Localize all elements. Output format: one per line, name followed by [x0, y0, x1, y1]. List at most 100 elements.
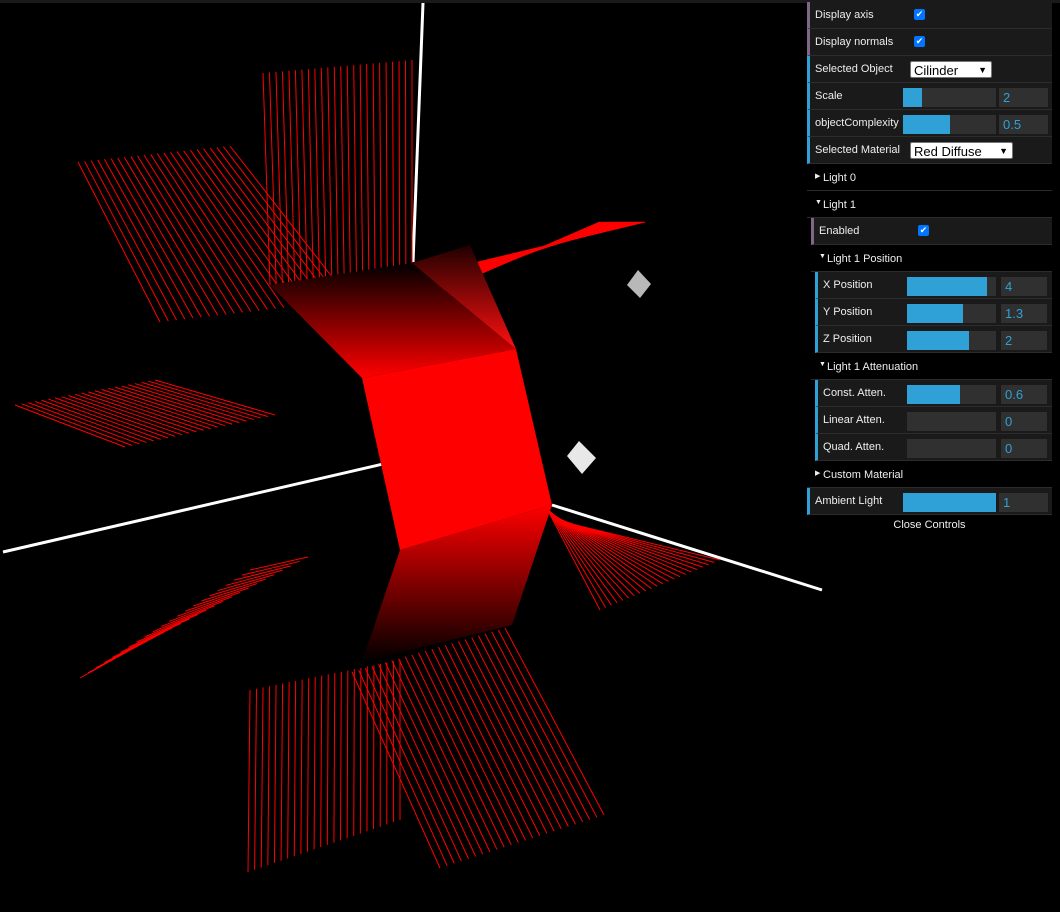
quad-atten-label: Quad. Atten.	[823, 441, 885, 453]
linear-atten-input[interactable]: 0	[1001, 412, 1047, 431]
quad-atten-slider[interactable]	[907, 439, 996, 458]
x-position-label: X Position	[823, 279, 873, 291]
normal-line	[114, 386, 233, 425]
selected-material-select[interactable]: Red Diffuse ▼	[910, 142, 1013, 159]
normal-line	[353, 65, 357, 272]
normal-line	[141, 381, 261, 419]
display-axis-checkbox[interactable]: ✔	[914, 9, 925, 20]
y-position-slider[interactable]	[907, 304, 996, 323]
light-1-enabled-row[interactable]: Enabled ✔	[811, 218, 1052, 245]
light-1-attenuation-folder-label: Light 1 Attenuation	[827, 361, 919, 373]
scale-input[interactable]: 2	[999, 88, 1048, 107]
normal-line	[353, 669, 355, 836]
quad-atten-input[interactable]: 0	[1001, 439, 1047, 458]
normal-line	[320, 67, 327, 277]
selected-object-label: Selected Object	[815, 63, 893, 75]
light-1-folder[interactable]: ▼ Light 1	[807, 191, 1052, 218]
scale-slider[interactable]	[903, 88, 996, 107]
ambient-light-slider[interactable]	[903, 493, 996, 512]
object-complexity-input[interactable]: 0.5	[999, 115, 1048, 134]
axis-x-line	[2, 462, 384, 554]
normal-line	[249, 556, 309, 571]
linear-atten-label: Linear Atten.	[823, 414, 885, 426]
z-position-row: Z Position 2	[815, 326, 1052, 353]
normal-line	[61, 396, 176, 437]
triangle-right-icon: ▶	[815, 470, 821, 477]
selected-object-select[interactable]: Cilinder ▼	[910, 61, 992, 78]
normal-line	[260, 687, 264, 868]
normal-line	[74, 393, 190, 434]
normal-line	[152, 609, 207, 633]
display-axis-row[interactable]: Display axis ✔	[807, 2, 1052, 29]
normal-line	[547, 508, 629, 599]
const-atten-slider[interactable]	[907, 385, 996, 404]
normal-line	[123, 156, 219, 316]
selected-material-label: Selected Material	[815, 144, 900, 156]
x-position-slider-fill	[907, 277, 988, 296]
normal-line	[154, 379, 276, 416]
display-normals-checkbox[interactable]: ✔	[914, 36, 925, 47]
normal-line	[81, 392, 197, 433]
x-position-input[interactable]: 4	[1001, 277, 1047, 296]
selected-object-row: Selected Object Cilinder ▼	[807, 56, 1052, 83]
close-controls-button[interactable]: Close Controls	[807, 515, 1052, 535]
normal-line	[112, 631, 165, 658]
light-1-position-folder[interactable]: ▼ Light 1 Position	[811, 245, 1052, 272]
axis-y-line	[411, 2, 425, 263]
normal-line	[273, 684, 277, 863]
normal-line	[48, 398, 161, 440]
object-complexity-slider-fill	[903, 115, 950, 134]
normal-line	[193, 587, 249, 607]
const-atten-input[interactable]: 0.6	[1001, 385, 1047, 404]
normals-right-lower	[544, 504, 721, 611]
normal-line	[41, 399, 154, 442]
controls-panel: Display axis ✔ Display normals ✔ Selecte…	[807, 2, 1052, 535]
normal-line	[379, 62, 382, 268]
x-position-row: X Position 4	[815, 272, 1052, 299]
cylinder-mesh	[270, 245, 552, 662]
linear-atten-slider[interactable]	[907, 412, 996, 431]
normal-line	[346, 670, 349, 839]
normal-line	[201, 583, 258, 602]
scale-label: Scale	[815, 90, 843, 102]
normal-line	[101, 389, 219, 428]
light-1-attenuation-folder[interactable]: ▼ Light 1 Attenuation	[811, 353, 1052, 380]
light-1-enabled-checkbox[interactable]: ✔	[918, 225, 929, 236]
normal-line	[366, 63, 370, 270]
normal-line	[247, 689, 251, 873]
ambient-light-input[interactable]: 1	[999, 493, 1048, 512]
normal-line	[88, 391, 204, 431]
z-position-input[interactable]: 2	[1001, 331, 1047, 350]
normal-line	[320, 675, 323, 848]
normal-line	[313, 676, 316, 850]
normals-left	[14, 379, 276, 448]
y-position-input[interactable]: 1.3	[1001, 304, 1047, 323]
x-position-slider[interactable]	[907, 277, 996, 296]
normal-line	[280, 683, 284, 861]
z-position-slider-fill	[907, 331, 970, 350]
z-position-slider[interactable]	[907, 331, 996, 350]
normal-line	[108, 387, 226, 427]
custom-material-folder[interactable]: ▶ Custom Material	[807, 461, 1052, 488]
light-1-contents: Enabled ✔ ▼ Light 1 Position X Position …	[811, 218, 1052, 461]
normal-line	[300, 679, 303, 854]
normal-line	[156, 153, 260, 311]
normal-line	[504, 627, 605, 816]
object-complexity-slider[interactable]	[903, 115, 996, 134]
const-atten-label: Const. Atten.	[823, 387, 886, 399]
normal-line	[160, 605, 215, 628]
light-1-marker	[567, 441, 596, 474]
normal-line	[306, 678, 310, 852]
normal-line	[128, 384, 247, 422]
normal-line	[163, 152, 268, 310]
normal-line	[134, 383, 254, 421]
normal-line	[457, 641, 555, 832]
display-normals-row[interactable]: Display normals ✔	[807, 29, 1052, 56]
triangle-down-icon: ▼	[819, 361, 826, 368]
light-0-folder[interactable]: ▶ Light 0	[807, 164, 1052, 191]
normal-line	[333, 66, 339, 275]
scale-slider-fill	[903, 88, 922, 107]
normal-line	[21, 403, 133, 446]
normal-line	[464, 639, 562, 830]
ambient-light-label: Ambient Light	[815, 495, 883, 507]
